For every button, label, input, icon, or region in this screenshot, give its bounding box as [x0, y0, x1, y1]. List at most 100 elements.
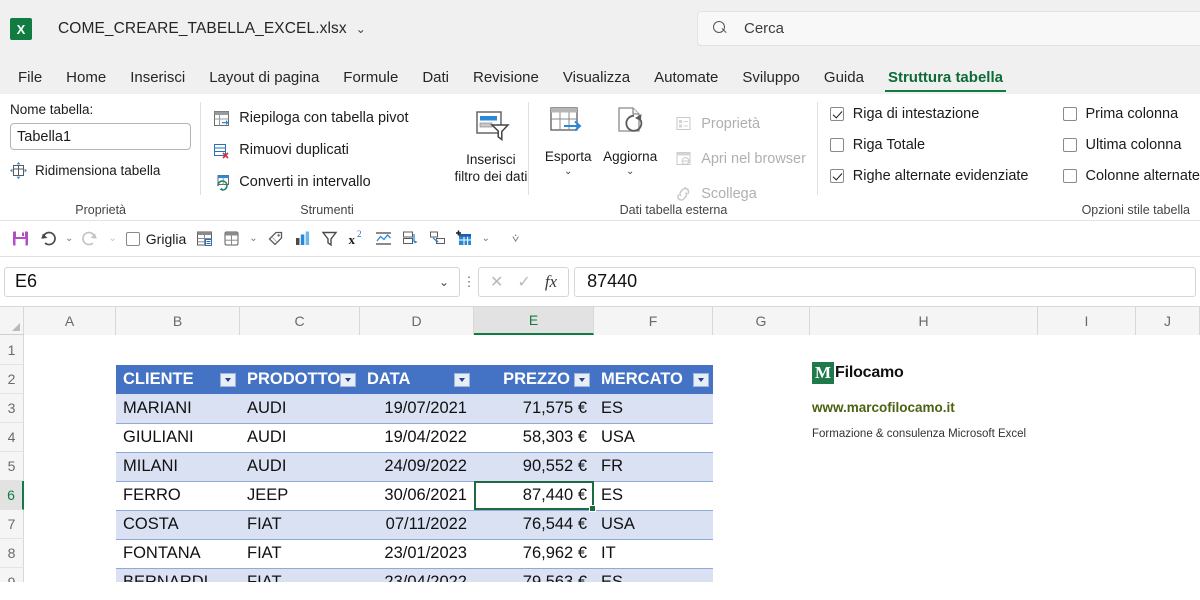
cell-prezzo[interactable]: 76,962 € [474, 539, 594, 569]
tab-revisione[interactable]: Revisione [461, 69, 551, 94]
remove-duplicates-button[interactable]: Rimuovi duplicati [213, 134, 452, 166]
calc-table-icon[interactable] [219, 226, 244, 252]
ungroup-icon[interactable] [425, 226, 450, 252]
cell-mercato[interactable]: IT [594, 539, 713, 569]
cell-data[interactable]: 07/11/2022 [360, 510, 474, 540]
search-input[interactable]: Cerca [697, 11, 1200, 46]
cell-cliente[interactable]: GIULIANI [116, 423, 240, 453]
filter-dropdown-icon-prezzo[interactable] [574, 372, 590, 387]
cell-data[interactable]: 30/06/2021 [360, 481, 474, 511]
filter-icon[interactable] [317, 226, 342, 252]
undo-icon[interactable] [35, 226, 60, 252]
column-header-a[interactable]: A [24, 307, 116, 335]
table-header-prodotto[interactable]: PRODOTTO [240, 365, 360, 394]
checkbox-colonne-alternate-box[interactable] [1062, 168, 1077, 183]
tag-icon[interactable] [263, 226, 288, 252]
column-header-c[interactable]: C [240, 307, 360, 335]
column-header-h[interactable]: H [810, 307, 1038, 335]
cell-prezzo[interactable]: 76,544 € [474, 510, 594, 540]
row-header-9[interactable]: 9 [0, 568, 24, 582]
tab-visualizza[interactable]: Visualizza [551, 69, 642, 94]
filter-dropdown-icon-mercato[interactable] [693, 372, 709, 387]
checkbox-riga-di-intestazione[interactable]: Riga di intestazione [829, 98, 1029, 129]
cell-cliente[interactable]: FERRO [116, 481, 240, 511]
filter-dropdown-icon-cliente[interactable] [220, 372, 236, 387]
gridlines-toggle[interactable]: Griglia [122, 226, 190, 252]
cell-cliente[interactable]: FONTANA [116, 539, 240, 569]
new-sheet-icon[interactable] [452, 226, 477, 252]
cell-mercato[interactable]: USA [594, 510, 713, 540]
tab-struttura-tabella[interactable]: Struttura tabella [876, 69, 1015, 94]
cell-cliente[interactable]: MILANI [116, 452, 240, 482]
tab-formule[interactable]: Formule [331, 69, 410, 94]
row-header-4[interactable]: 4 [0, 423, 24, 452]
checkbox-prima-colonna[interactable]: Prima colonna [1062, 98, 1200, 129]
checkbox-righe-alternate-evidenziate-box[interactable] [829, 168, 844, 183]
more-commands-icon[interactable]: ⩒ [509, 226, 522, 252]
convert-to-range-button[interactable]: Converti in intervallo [213, 166, 452, 198]
column-header-f[interactable]: F [594, 307, 713, 335]
table-icon[interactable] [192, 226, 217, 252]
resize-table-button[interactable]: Ridimensiona tabella [10, 162, 201, 179]
tab-inserisci[interactable]: Inserisci [118, 69, 197, 94]
row-header-8[interactable]: 8 [0, 539, 24, 568]
name-box-chevron-down-icon[interactable]: ⌄ [439, 275, 449, 289]
cell-prodotto[interactable]: AUDI [240, 394, 360, 424]
checkbox-riga-di-intestazione-box[interactable] [829, 106, 844, 121]
column-header-i[interactable]: I [1038, 307, 1136, 335]
column-header-b[interactable]: B [116, 307, 240, 335]
refresh-chevron-down-icon[interactable]: ⌄ [599, 166, 661, 177]
table-header-data[interactable]: DATA [360, 365, 474, 394]
table-header-mercato[interactable]: MERCATO [594, 365, 713, 394]
cell-prezzo-selected[interactable]: 87,440 € [474, 481, 594, 511]
filter-dropdown-icon-prodotto[interactable] [340, 372, 356, 387]
undo-chevron-down-icon[interactable]: ⌄ [62, 226, 76, 252]
cell-data[interactable]: 23/04/2022 [360, 568, 474, 582]
gridlines-checkbox-icon[interactable] [125, 231, 140, 246]
tab-automate[interactable]: Automate [642, 69, 730, 94]
column-header-e[interactable]: E [474, 307, 594, 335]
cell-cliente[interactable]: MARIANI [116, 394, 240, 424]
cell-prodotto[interactable]: FIAT [240, 539, 360, 569]
formula-bar-grip[interactable]: ⋮ [460, 275, 478, 288]
insert-function-icon[interactable]: fx [545, 272, 557, 292]
export-chevron-down-icon[interactable]: ⌄ [537, 166, 599, 177]
tab-sviluppo[interactable]: Sviluppo [730, 69, 812, 94]
table-row[interactable]: GIULIANI AUDI 19/04/2022 58,303 € USA [116, 423, 713, 453]
summarize-with-pivot-button[interactable]: Riepiloga con tabella pivot [213, 102, 452, 134]
confirm-icon[interactable]: ✓ [517, 272, 530, 292]
tab-home[interactable]: Home [54, 69, 118, 94]
cell-data[interactable]: 23/01/2023 [360, 539, 474, 569]
cell-data[interactable]: 19/07/2021 [360, 394, 474, 424]
cell-prezzo[interactable]: 79,563 € [474, 568, 594, 582]
table-header-prezzo[interactable]: PREZZO [474, 365, 594, 394]
checkbox-ultima-colonna-box[interactable] [1062, 137, 1077, 152]
tab-file[interactable]: File [6, 69, 54, 94]
checkbox-righe-alternate-evidenziate[interactable]: Righe alternate evidenziate [829, 160, 1029, 191]
cell-prodotto[interactable]: FIAT [240, 568, 360, 582]
cell-data[interactable]: 24/09/2022 [360, 452, 474, 482]
table-row-selected[interactable]: FERRO JEEP 30/06/2021 87,440 € ES [116, 481, 713, 511]
cell-prodotto[interactable]: JEEP [240, 481, 360, 511]
table-row[interactable]: COSTA FIAT 07/11/2022 76,544 € USA [116, 510, 713, 540]
cell-prodotto[interactable]: AUDI [240, 452, 360, 482]
name-box[interactable]: E6 ⌄ [4, 266, 460, 297]
cell-mercato[interactable]: ES [594, 394, 713, 424]
select-all-corner[interactable] [0, 307, 24, 335]
column-header-j[interactable]: J [1136, 307, 1200, 335]
save-icon[interactable] [8, 226, 33, 252]
filter-dropdown-icon-data[interactable] [454, 372, 470, 387]
table-name-input[interactable] [10, 123, 191, 150]
tab-guida[interactable]: Guida [812, 69, 876, 94]
checkbox-prima-colonna-box[interactable] [1062, 106, 1077, 121]
formula-input[interactable]: 87440 [574, 266, 1196, 297]
cancel-icon[interactable]: ✕ [490, 272, 503, 292]
cell-cliente[interactable]: BERNARDI [116, 568, 240, 582]
document-title-chevron-down-icon[interactable]: ⌄ [356, 22, 366, 36]
cell-data[interactable]: 19/04/2022 [360, 423, 474, 453]
row-header-3[interactable]: 3 [0, 394, 24, 423]
new-sheet-chevron-down-icon[interactable]: ⌄ [479, 226, 493, 252]
checkbox-colonne-alternate[interactable]: Colonne alternate [1062, 160, 1200, 191]
tab-layout-di-pagina[interactable]: Layout di pagina [197, 69, 331, 94]
superscript-icon[interactable]: x2 [344, 226, 369, 252]
